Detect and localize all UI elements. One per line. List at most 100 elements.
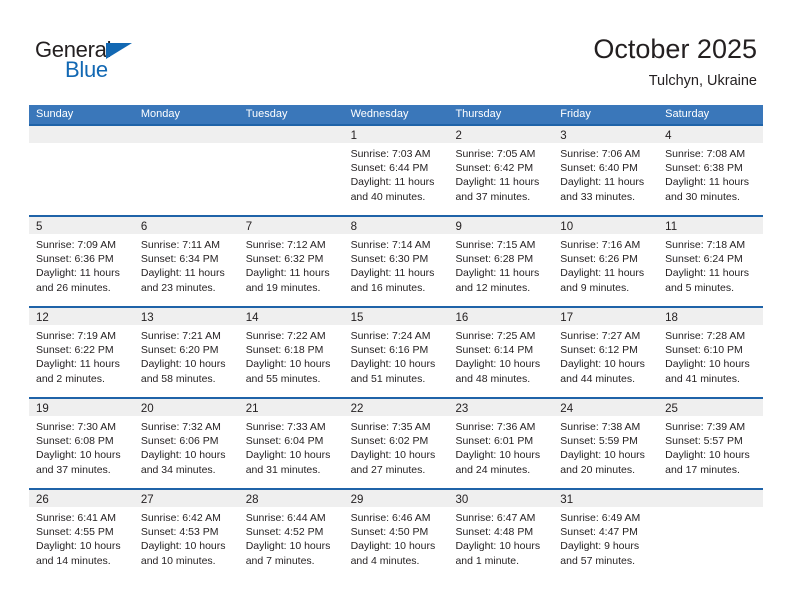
day-cell-10[interactable]: 10 Sunrise: 7:16 AM Sunset: 6:26 PM Dayligh…: [553, 215, 659, 306]
day-cell-12[interactable]: 12 Sunrise: 7:19 AM Sunset: 6:22 PM Dayligh…: [29, 306, 134, 397]
daylight-text-line2: and 37 minutes.: [455, 190, 531, 203]
day-number-band: 9: [448, 217, 554, 234]
daylight-text-line2: and 20 minutes.: [560, 463, 636, 476]
day-cell-19[interactable]: 19 Sunrise: 7:30 AM Sunset: 6:08 PM Dayligh…: [29, 397, 134, 488]
daylight-text-line2: and 57 minutes.: [560, 554, 636, 567]
daylight-text-line1: Daylight: 10 hours: [36, 540, 121, 553]
calendar-week-row: 12 Sunrise: 7:19 AM Sunset: 6:22 PM Dayligh…: [29, 306, 764, 397]
sunrise-text: Sunrise: 7:08 AM: [665, 148, 746, 160]
daylight-text-line2: and 58 minutes.: [140, 372, 216, 385]
day-details: Sunrise: 7:39 AM Sunset: 5:57 PM Daylight:…: [658, 416, 763, 477]
day-cell-17[interactable]: 17 Sunrise: 7:27 AM Sunset: 6:12 PM Dayligh…: [553, 306, 659, 397]
day-cell-1[interactable]: 1 Sunrise: 7:03 AM Sunset: 6:44 PM Daylight…: [343, 124, 449, 215]
day-cell-2[interactable]: 2 Sunrise: 7:05 AM Sunset: 6:42 PM Daylight…: [448, 124, 554, 215]
day-cell-15[interactable]: 15 Sunrise: 7:24 AM Sunset: 6:16 PM Dayligh…: [343, 306, 449, 397]
day-number: 13: [140, 312, 154, 324]
sunset-text: Sunset: 4:48 PM: [455, 526, 534, 539]
day-number-band: 14: [238, 308, 344, 325]
day-cell-20[interactable]: 20 Sunrise: 7:32 AM Sunset: 6:06 PM Dayligh…: [133, 397, 239, 488]
sunrise-text: Sunrise: 6:42 AM: [140, 512, 221, 524]
day-cell-16[interactable]: 16 Sunrise: 7:25 AM Sunset: 6:14 PM Dayligh…: [448, 306, 554, 397]
day-number: 12: [36, 312, 49, 324]
sunrise-text: Sunrise: 7:15 AM: [455, 239, 536, 251]
day-details: Sunrise: 6:46 AM Sunset: 4:50 PM Daylight:…: [344, 507, 449, 568]
day-cell-30[interactable]: 30 Sunrise: 6:47 AM Sunset: 4:48 PM Dayligh…: [448, 488, 554, 579]
daylight-text-line1: Daylight: 11 hours: [350, 267, 435, 280]
daylight-text-line2: and 17 minutes.: [665, 463, 740, 476]
day-cell-18[interactable]: 18 Sunrise: 7:28 AM Sunset: 6:10 PM Dayligh…: [658, 306, 764, 397]
daylight-text-line1: Daylight: 11 hours: [455, 176, 540, 189]
sunrise-text: Sunrise: 7:11 AM: [140, 239, 221, 251]
day-cell-13[interactable]: 13 Sunrise: 7:21 AM Sunset: 6:20 PM Dayligh…: [133, 306, 239, 397]
day-details: Sunrise: 7:03 AM Sunset: 6:44 PM Daylight:…: [344, 143, 449, 204]
day-number-band: 6: [133, 217, 239, 234]
weekday-header-thursday: Thursday: [455, 108, 502, 120]
day-number-band: 19: [29, 399, 134, 416]
day-cell-11[interactable]: 11 Sunrise: 7:18 AM Sunset: 6:24 PM Dayligh…: [658, 215, 764, 306]
day-details: Sunrise: 7:36 AM Sunset: 6:01 PM Daylight:…: [448, 416, 553, 477]
day-cell-4[interactable]: 4 Sunrise: 7:08 AM Sunset: 6:38 PM Daylight…: [658, 124, 764, 215]
sunset-text: Sunset: 6:02 PM: [350, 435, 429, 448]
day-details: Sunrise: 6:41 AM Sunset: 4:55 PM Daylight:…: [29, 507, 134, 568]
sunrise-text: Sunrise: 7:22 AM: [245, 330, 326, 342]
day-cell-5[interactable]: 5 Sunrise: 7:09 AM Sunset: 6:36 PM Daylight…: [29, 215, 134, 306]
day-number: 1: [350, 130, 357, 142]
daylight-text-line1: Daylight: 11 hours: [560, 176, 645, 189]
day-number-band: 27: [133, 490, 239, 507]
sunset-text: Sunset: 6:38 PM: [665, 162, 743, 175]
day-cell-7[interactable]: 7 Sunrise: 7:12 AM Sunset: 6:32 PM Daylight…: [238, 215, 344, 306]
day-number-band: 13: [133, 308, 239, 325]
calendar-page: General Blue October 2025 Tulchyn, Ukrai…: [0, 0, 792, 612]
day-cell-8[interactable]: 8 Sunrise: 7:14 AM Sunset: 6:30 PM Daylight…: [343, 215, 449, 306]
day-cell-22[interactable]: 22 Sunrise: 7:35 AM Sunset: 6:02 PM Dayligh…: [343, 397, 449, 488]
day-details: Sunrise: 6:42 AM Sunset: 4:53 PM Daylight:…: [134, 507, 239, 568]
day-details: Sunrise: 7:30 AM Sunset: 6:08 PM Daylight:…: [29, 416, 134, 477]
sunset-text: Sunset: 6:26 PM: [560, 253, 638, 266]
day-details: Sunrise: 7:15 AM Sunset: 6:28 PM Daylight:…: [448, 234, 553, 295]
day-cell-27[interactable]: 27 Sunrise: 6:42 AM Sunset: 4:53 PM Dayligh…: [133, 488, 239, 579]
day-details: Sunrise: 7:21 AM Sunset: 6:20 PM Daylight:…: [134, 325, 239, 386]
daylight-text-line1: Daylight: 10 hours: [245, 540, 331, 553]
daylight-text-line1: Daylight: 10 hours: [350, 540, 436, 553]
day-number: 5: [36, 221, 43, 233]
day-number-band: 26: [29, 490, 134, 507]
day-cell-28[interactable]: 28 Sunrise: 6:44 AM Sunset: 4:52 PM Dayligh…: [238, 488, 344, 579]
day-number-band: 5: [29, 217, 134, 234]
sunrise-text: Sunrise: 7:06 AM: [560, 148, 641, 160]
day-cell-25[interactable]: 25 Sunrise: 7:39 AM Sunset: 5:57 PM Dayligh…: [658, 397, 764, 488]
day-number: 21: [245, 403, 259, 415]
daylight-text-line2: and 33 minutes.: [560, 190, 636, 203]
day-cell-21[interactable]: 21 Sunrise: 7:33 AM Sunset: 6:04 PM Dayligh…: [238, 397, 344, 488]
daylight-text-line1: Daylight: 10 hours: [140, 358, 226, 371]
day-cell-9[interactable]: 9 Sunrise: 7:15 AM Sunset: 6:28 PM Daylight…: [448, 215, 554, 306]
day-cell-31[interactable]: 31 Sunrise: 6:49 AM Sunset: 4:47 PM Dayligh…: [553, 488, 659, 579]
day-cell-26[interactable]: 26 Sunrise: 6:41 AM Sunset: 4:55 PM Dayligh…: [29, 488, 134, 579]
day-number: 10: [560, 221, 574, 233]
day-number: 29: [350, 494, 364, 506]
day-cell-29[interactable]: 29 Sunrise: 6:46 AM Sunset: 4:50 PM Dayligh…: [343, 488, 449, 579]
daylight-text-line2: and 19 minutes.: [245, 281, 321, 294]
day-number: 25: [665, 403, 678, 415]
daylight-text-line1: Daylight: 10 hours: [560, 358, 645, 371]
sunset-text: Sunset: 6:10 PM: [665, 344, 743, 357]
sunset-text: Sunset: 4:55 PM: [36, 526, 114, 539]
day-cell-3[interactable]: 3 Sunrise: 7:06 AM Sunset: 6:40 PM Daylight…: [553, 124, 659, 215]
day-number-band: 18: [658, 308, 764, 325]
day-number: 19: [36, 403, 49, 415]
day-number: 30: [455, 494, 469, 506]
calendar-grid: Sunday Monday Tuesday Wednesday Thursday Frid…: [29, 105, 764, 579]
sunrise-text: Sunrise: 7:03 AM: [350, 148, 431, 160]
day-number-band: 8: [343, 217, 449, 234]
day-details: Sunrise: 7:38 AM Sunset: 5:59 PM Daylight:…: [553, 416, 658, 477]
day-number: 28: [245, 494, 259, 506]
day-cell-23[interactable]: 23 Sunrise: 7:36 AM Sunset: 6:01 PM Dayligh…: [448, 397, 554, 488]
day-cell-14[interactable]: 14 Sunrise: 7:22 AM Sunset: 6:18 PM Dayligh…: [238, 306, 344, 397]
day-cell-6[interactable]: 6 Sunrise: 7:11 AM Sunset: 6:34 PM Daylight…: [133, 215, 239, 306]
sunset-text: Sunset: 4:50 PM: [350, 526, 429, 539]
sunrise-text: Sunrise: 7:30 AM: [36, 421, 116, 433]
sunrise-text: Sunrise: 7:05 AM: [455, 148, 536, 160]
daylight-text-line1: Daylight: 11 hours: [245, 267, 330, 280]
daylight-text-line2: and 9 minutes.: [560, 281, 630, 294]
page-header: General Blue October 2025 Tulchyn, Ukrai…: [0, 0, 792, 104]
day-cell-24[interactable]: 24 Sunrise: 7:38 AM Sunset: 5:59 PM Dayligh…: [553, 397, 659, 488]
